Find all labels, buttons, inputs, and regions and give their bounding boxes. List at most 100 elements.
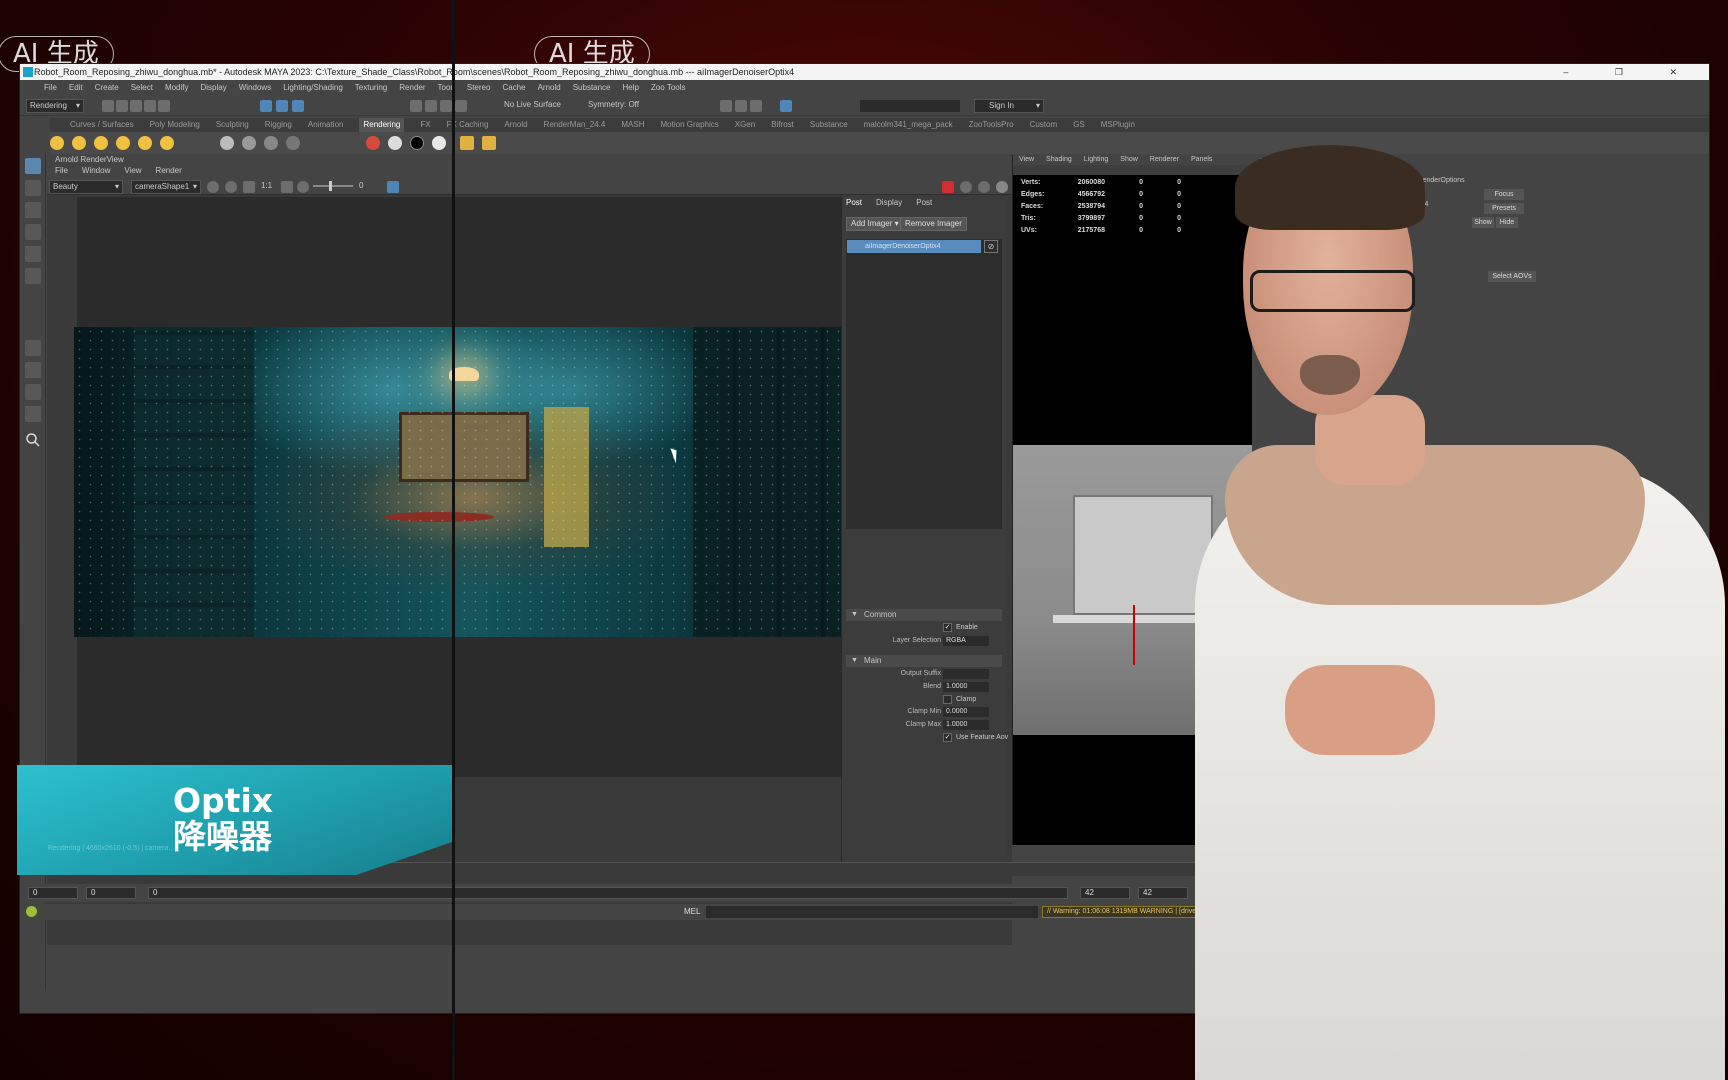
quick-select-input[interactable] <box>860 100 960 112</box>
render-current-icon[interactable] <box>720 100 732 112</box>
four-view-layout-icon[interactable] <box>25 362 41 378</box>
shelf-tab-mash[interactable]: MASH <box>621 118 644 132</box>
shelf-tab-msplugin[interactable]: MSPlugin <box>1101 118 1135 132</box>
volume-light-icon[interactable] <box>160 136 174 150</box>
shelf-tab-rendering[interactable]: Rendering <box>359 118 405 132</box>
lasso-tool-icon[interactable] <box>25 180 41 196</box>
menu-render[interactable]: Render <box>399 80 425 96</box>
menu-lighting-shading[interactable]: Lighting/Shading <box>283 80 343 96</box>
shelf-tab-substance[interactable]: Substance <box>810 118 848 132</box>
playback-start-field[interactable]: 0 <box>86 887 136 899</box>
redo-icon[interactable] <box>158 100 170 112</box>
viewport-menu-shading[interactable]: Shading <box>1046 155 1072 165</box>
debug-shading-icon[interactable] <box>978 181 990 193</box>
use-feature-aovs-checkbox[interactable]: ✓ <box>943 733 952 742</box>
move-tool-icon[interactable] <box>25 224 41 240</box>
camera-dropdown[interactable]: cameraShape1 <box>131 180 201 194</box>
renderview-menu-file[interactable]: File <box>55 165 68 177</box>
clamp-checkbox[interactable] <box>943 695 952 704</box>
exposure-slider[interactable] <box>313 181 353 191</box>
shelf-tab-curves-surfaces[interactable]: Curves / Surfaces <box>70 118 134 132</box>
window-controls[interactable]: – ❐ ✕ <box>1563 64 1699 80</box>
menu-create[interactable]: Create <box>95 80 119 96</box>
ambient-light-icon[interactable] <box>50 136 64 150</box>
shelf-tab-animation[interactable]: Animation <box>308 118 344 132</box>
snapshot-icon[interactable] <box>387 181 399 193</box>
menu-windows[interactable]: Windows <box>239 80 271 96</box>
imager-tab-display[interactable]: Display <box>876 197 902 209</box>
menu-file[interactable]: File <box>44 80 57 96</box>
clamp-max-field[interactable]: 1.0000 <box>943 720 989 730</box>
sign-in-dropdown[interactable]: Sign In <box>974 99 1044 113</box>
menuset-dropdown[interactable]: Rendering <box>26 99 84 113</box>
menu-substance[interactable]: Substance <box>573 80 611 96</box>
menu-edit[interactable]: Edit <box>69 80 83 96</box>
imager-tab-post[interactable]: Post <box>916 197 932 209</box>
single-perspective-layout-icon[interactable] <box>25 340 41 356</box>
two-view-layout-icon[interactable] <box>25 384 41 400</box>
rotate-tool-icon[interactable] <box>25 246 41 262</box>
renderview-settings-gear-icon[interactable] <box>996 181 1008 193</box>
playback-end-field[interactable]: 42 <box>1080 887 1130 899</box>
color-ramp-icon[interactable] <box>366 136 380 150</box>
white-material-icon[interactable] <box>388 136 402 150</box>
directional-light-icon[interactable] <box>72 136 86 150</box>
menu-arnold[interactable]: Arnold <box>538 80 561 96</box>
render-refresh-icon[interactable] <box>207 181 219 193</box>
black-material-icon[interactable] <box>410 136 424 150</box>
save-scene-icon[interactable] <box>130 100 142 112</box>
ipr-render-icon[interactable] <box>735 100 747 112</box>
help-icon[interactable] <box>26 906 37 917</box>
shelf-tab-rigging[interactable]: Rigging <box>265 118 292 132</box>
exposure-gear-icon[interactable] <box>297 181 309 193</box>
select-component-icon[interactable] <box>292 100 304 112</box>
main-frame-header[interactable]: Main <box>846 655 1002 667</box>
menu-stereo[interactable]: Stereo <box>467 80 491 96</box>
shelf-tab-arnold[interactable]: Arnold <box>504 118 527 132</box>
start-frame-field[interactable]: 0 <box>28 887 78 899</box>
exposure-value[interactable]: 0 <box>359 181 363 190</box>
undo-icon[interactable] <box>144 100 156 112</box>
shelf-tab-malcolm341-mega-pack[interactable]: malcolm341_mega_pack <box>864 118 953 132</box>
clamp-min-field[interactable]: 0.0000 <box>943 707 989 717</box>
select-object-icon[interactable] <box>276 100 288 112</box>
crop-region-icon[interactable] <box>243 181 255 193</box>
scale-tool-icon[interactable] <box>25 268 41 284</box>
new-scene-icon[interactable] <box>102 100 114 112</box>
paint-select-icon[interactable] <box>25 202 41 218</box>
menu-display[interactable]: Display <box>201 80 227 96</box>
shelf-tab-zootoolspro[interactable]: ZooToolsPro <box>969 118 1014 132</box>
open-scene-icon[interactable] <box>116 100 128 112</box>
renderview-menu-window[interactable]: Window <box>82 165 110 177</box>
phong-icon[interactable] <box>264 136 278 150</box>
spot-light-icon[interactable] <box>116 136 130 150</box>
display-channels-icon[interactable] <box>225 181 237 193</box>
layer-selection-field[interactable]: RGBA <box>943 636 989 646</box>
snap-grid-icon[interactable] <box>410 100 422 112</box>
add-imager-button[interactable]: Add Imager ▾ <box>846 217 904 231</box>
shelf-tab-bifrost[interactable]: Bifrost <box>771 118 794 132</box>
viewport-menu-show[interactable]: Show <box>1120 155 1138 165</box>
ratio-label[interactable]: 1:1 <box>261 181 272 190</box>
enable-checkbox[interactable]: ✓ <box>943 623 952 632</box>
menu-modify[interactable]: Modify <box>165 80 189 96</box>
render-settings-icon[interactable] <box>750 100 762 112</box>
shelf-tab-xgen[interactable]: XGen <box>735 118 755 132</box>
aov-dropdown[interactable]: Beauty <box>49 180 123 194</box>
command-input[interactable] <box>706 906 1038 918</box>
shelf-tab-sculpting[interactable]: Sculpting <box>216 118 249 132</box>
outliner-layout-icon[interactable] <box>25 406 41 422</box>
point-light-icon[interactable] <box>94 136 108 150</box>
live-surface-label[interactable]: No Live Surface <box>504 100 561 109</box>
range-slider[interactable]: 0 <box>148 887 1068 899</box>
surface-shader-icon[interactable] <box>286 136 300 150</box>
mel-toggle[interactable]: MEL <box>684 906 700 918</box>
exposure-slider-handle[interactable] <box>329 181 332 191</box>
search-icon[interactable] <box>25 432 41 448</box>
shelf-tab-poly-modeling[interactable]: Poly Modeling <box>150 118 200 132</box>
menu-select[interactable]: Select <box>131 80 153 96</box>
common-frame-header[interactable]: Common <box>846 609 1002 621</box>
select-tool-icon[interactable] <box>25 158 41 174</box>
select-hierarchy-icon[interactable] <box>260 100 272 112</box>
menu-cache[interactable]: Cache <box>502 80 525 96</box>
